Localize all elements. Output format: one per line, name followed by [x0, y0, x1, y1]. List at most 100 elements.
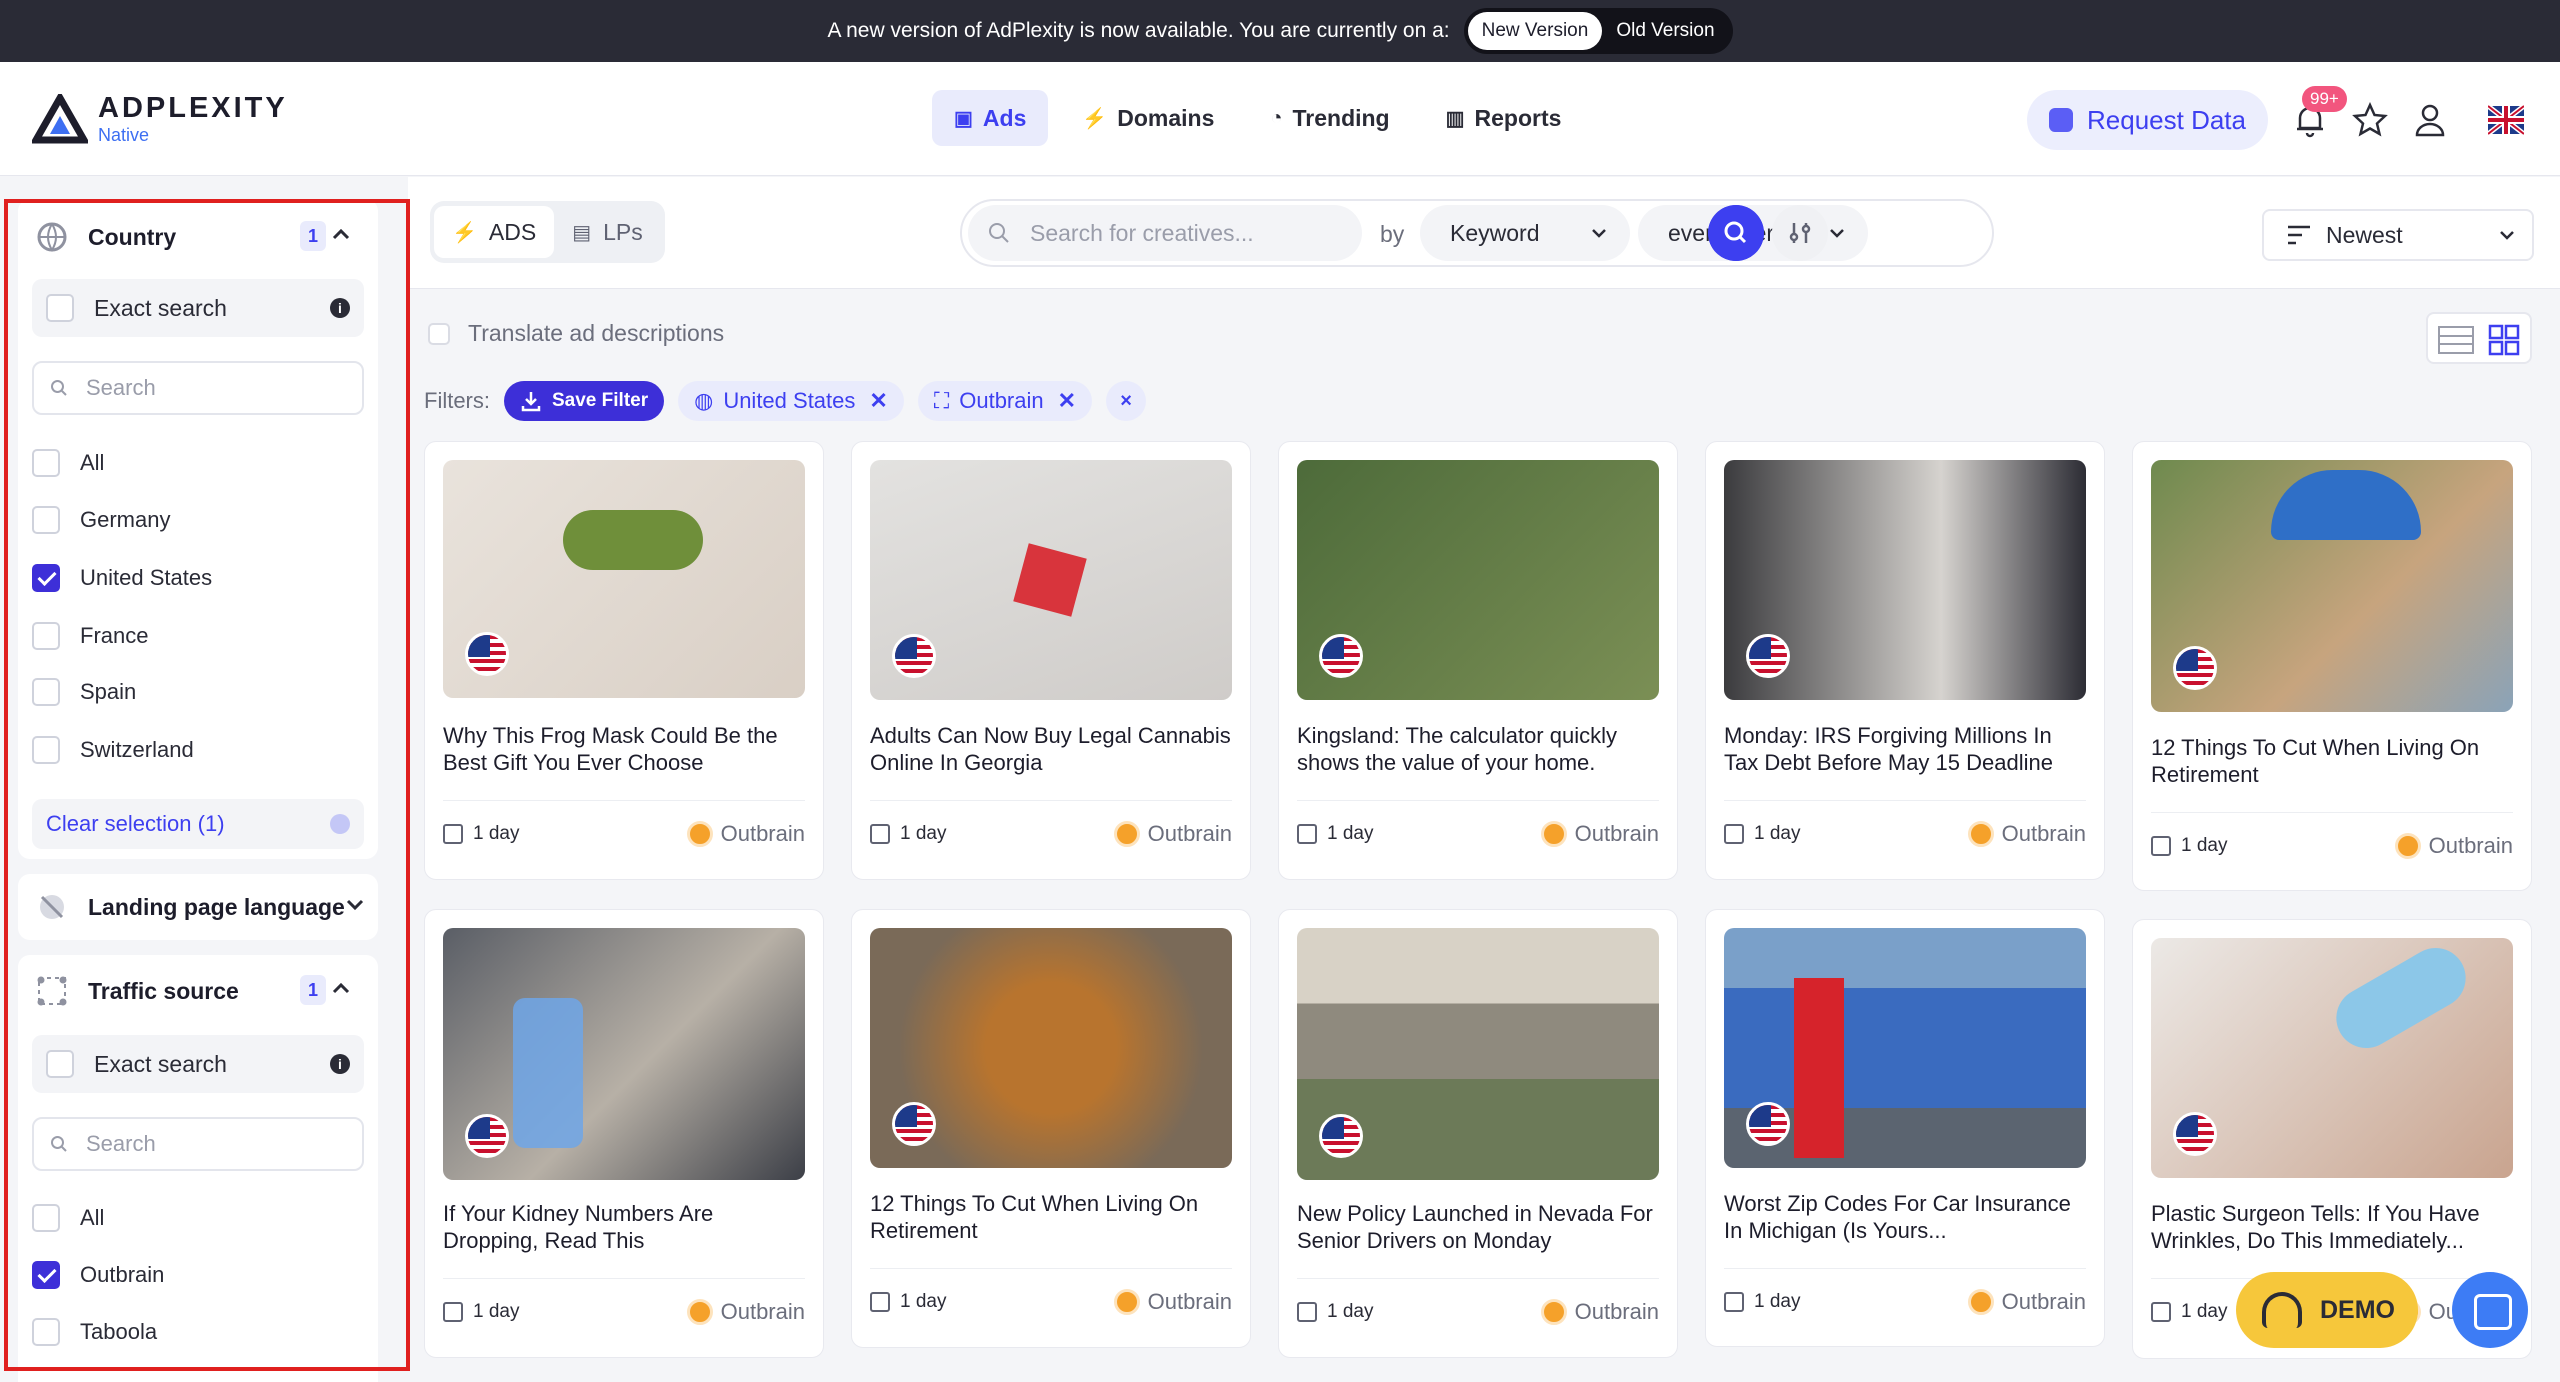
- nav-reports[interactable]: ▥ Reports: [1424, 90, 1584, 146]
- save-filter-button[interactable]: Save Filter: [504, 381, 665, 421]
- country-panel: Country 1 Exact search i Search All Germ…: [18, 199, 378, 859]
- filter-chip-country[interactable]: ◍ United States ✕: [678, 381, 904, 421]
- clear-all-filters-button[interactable]: ×: [1106, 381, 1147, 421]
- nav-trending[interactable]: ◔ Trending: [1248, 90, 1411, 146]
- filter-chip-traffic-source[interactable]: ⛶ Outbrain ✕: [917, 381, 1093, 421]
- keyword-dropdown[interactable]: Keyword: [1420, 205, 1630, 261]
- checkbox-checked[interactable]: [32, 1261, 60, 1289]
- us-flag-icon: [892, 1102, 936, 1146]
- advanced-filters-button[interactable]: [1772, 205, 1828, 261]
- ad-age: 1 day: [1297, 823, 1373, 845]
- ad-card[interactable]: Why This Frog Mask Could Be the Best Gif…: [424, 441, 824, 880]
- uk-flag-icon[interactable]: [2488, 102, 2524, 138]
- ad-image: [1297, 460, 1659, 700]
- country-option-germany[interactable]: Germany: [32, 503, 170, 537]
- ad-card[interactable]: Adults Can Now Buy Legal Cannabis Online…: [851, 441, 1251, 880]
- country-exact-search[interactable]: Exact search i: [32, 279, 364, 337]
- search-icon: [51, 1136, 67, 1152]
- tab-ads[interactable]: ⚡ ADS: [434, 206, 555, 258]
- ad-card[interactable]: 12 Things To Cut When Living On Retireme…: [851, 909, 1251, 1348]
- country-title: Country: [88, 223, 177, 250]
- ad-image: [870, 460, 1232, 700]
- close-icon[interactable]: ✕: [1058, 388, 1076, 414]
- creative-search-input[interactable]: Search for creatives...: [968, 205, 1362, 261]
- ad-card[interactable]: New Policy Launched in Nevada For Senior…: [1278, 909, 1678, 1358]
- ad-card[interactable]: Monday: IRS Forgiving Millions In Tax De…: [1705, 441, 2105, 880]
- user-icon[interactable]: [2412, 102, 2448, 138]
- source-label: Outbrain: [1147, 821, 1232, 846]
- traffic-option-all[interactable]: All: [32, 1201, 104, 1235]
- ad-title: Plastic Surgeon Tells: If You Have Wrink…: [2151, 1201, 2480, 1253]
- exact-search-checkbox[interactable]: [46, 294, 74, 322]
- tab-lps[interactable]: ▤ LPs: [554, 206, 661, 258]
- country-option-switzerland[interactable]: Switzerland: [32, 733, 194, 767]
- chevron-up-icon[interactable]: [330, 977, 352, 999]
- nav-domains[interactable]: ⚡ Domains: [1060, 90, 1236, 146]
- country-header[interactable]: Country 1: [36, 217, 366, 257]
- us-flag-icon: [465, 632, 509, 676]
- source-label: Outbrain: [720, 821, 805, 846]
- checkbox[interactable]: [32, 678, 60, 706]
- nav-ads[interactable]: ▣ Ads: [932, 90, 1049, 146]
- banner-message: A new version of AdPlexity is now availa…: [827, 19, 1450, 42]
- landing-language-panel[interactable]: Landing page language: [18, 874, 378, 940]
- us-flag-icon: [2173, 646, 2217, 690]
- info-icon[interactable]: i: [330, 298, 350, 318]
- country-option-united-states[interactable]: United States: [32, 561, 212, 595]
- traffic-option-taboola[interactable]: Taboola: [32, 1315, 157, 1349]
- request-data-button[interactable]: Request Data: [2027, 90, 2268, 150]
- list-view-icon[interactable]: [2438, 326, 2474, 354]
- ad-card[interactable]: Worst Zip Codes For Car Insurance In Mic…: [1705, 909, 2105, 1347]
- country-option-spain[interactable]: Spain: [32, 675, 136, 709]
- close-icon[interactable]: ✕: [869, 388, 887, 414]
- ad-source: Outbrain: [686, 1299, 805, 1325]
- request-icon: [2049, 108, 2073, 132]
- type-tabs: ⚡ ADS ▤ LPs: [430, 201, 665, 263]
- chevron-down-icon[interactable]: [344, 893, 366, 915]
- ad-card[interactable]: 12 Things To Cut When Living On Retireme…: [2132, 441, 2532, 891]
- translate-checkbox[interactable]: [428, 322, 450, 345]
- star-icon[interactable]: [2352, 102, 2388, 138]
- ad-card[interactable]: If Your Kidney Numbers Are Dropping, Rea…: [424, 909, 824, 1358]
- tab-lps-label: LPs: [603, 218, 643, 245]
- landing-language-header[interactable]: Landing page language: [36, 887, 366, 927]
- ad-meta: 1 day Outbrain: [443, 1278, 805, 1325]
- checkbox[interactable]: [32, 622, 60, 650]
- chevron-up-icon[interactable]: [330, 223, 352, 245]
- translate-toggle[interactable]: Translate ad descriptions: [428, 320, 724, 347]
- new-version-button[interactable]: New Version: [1467, 12, 1603, 50]
- ad-title: Adults Can Now Buy Legal Cannabis Online…: [870, 723, 1231, 775]
- chevron-down-icon: [1592, 229, 1606, 238]
- exact-search-checkbox[interactable]: [46, 1050, 74, 1078]
- grid-view-icon[interactable]: [2488, 324, 2520, 356]
- logo[interactable]: ADPLEXITY Native: [32, 92, 288, 146]
- filter-sidebar: Country 1 Exact search i Search All Germ…: [0, 177, 408, 1382]
- clear-selection-button[interactable]: Clear selection (1): [32, 799, 364, 849]
- country-option-all[interactable]: All: [32, 446, 104, 480]
- traffic-exact-search[interactable]: Exact search i: [32, 1035, 364, 1093]
- traffic-search-input[interactable]: Search: [32, 1117, 364, 1171]
- ad-age: 1 day: [443, 1301, 519, 1323]
- old-version-button[interactable]: Old Version: [1602, 12, 1728, 50]
- checkbox[interactable]: [32, 736, 60, 764]
- country-search-input[interactable]: Search: [32, 361, 364, 415]
- ad-image: [870, 928, 1232, 1168]
- ad-image: [1724, 928, 2086, 1168]
- checkbox-checked[interactable]: [32, 564, 60, 592]
- checkbox[interactable]: [32, 1204, 60, 1232]
- info-icon[interactable]: i: [330, 1054, 350, 1074]
- checkbox[interactable]: [32, 506, 60, 534]
- ad-age: 1 day: [443, 823, 519, 845]
- country-option-france[interactable]: France: [32, 619, 148, 653]
- search-submit-button[interactable]: [1708, 205, 1764, 261]
- checkbox[interactable]: [32, 1318, 60, 1346]
- ad-card[interactable]: Kingsland: The calculator quickly shows …: [1278, 441, 1678, 880]
- demo-button[interactable]: DEMO: [2236, 1272, 2418, 1348]
- update-banner: A new version of AdPlexity is now availa…: [0, 0, 2560, 62]
- checkbox[interactable]: [32, 449, 60, 477]
- sort-dropdown[interactable]: Newest: [2262, 209, 2534, 261]
- traffic-option-outbrain[interactable]: Outbrain: [32, 1258, 164, 1292]
- outbrain-icon: [1540, 1299, 1567, 1325]
- traffic-source-header[interactable]: Traffic source 1: [36, 971, 366, 1011]
- chat-button[interactable]: [2452, 1272, 2528, 1348]
